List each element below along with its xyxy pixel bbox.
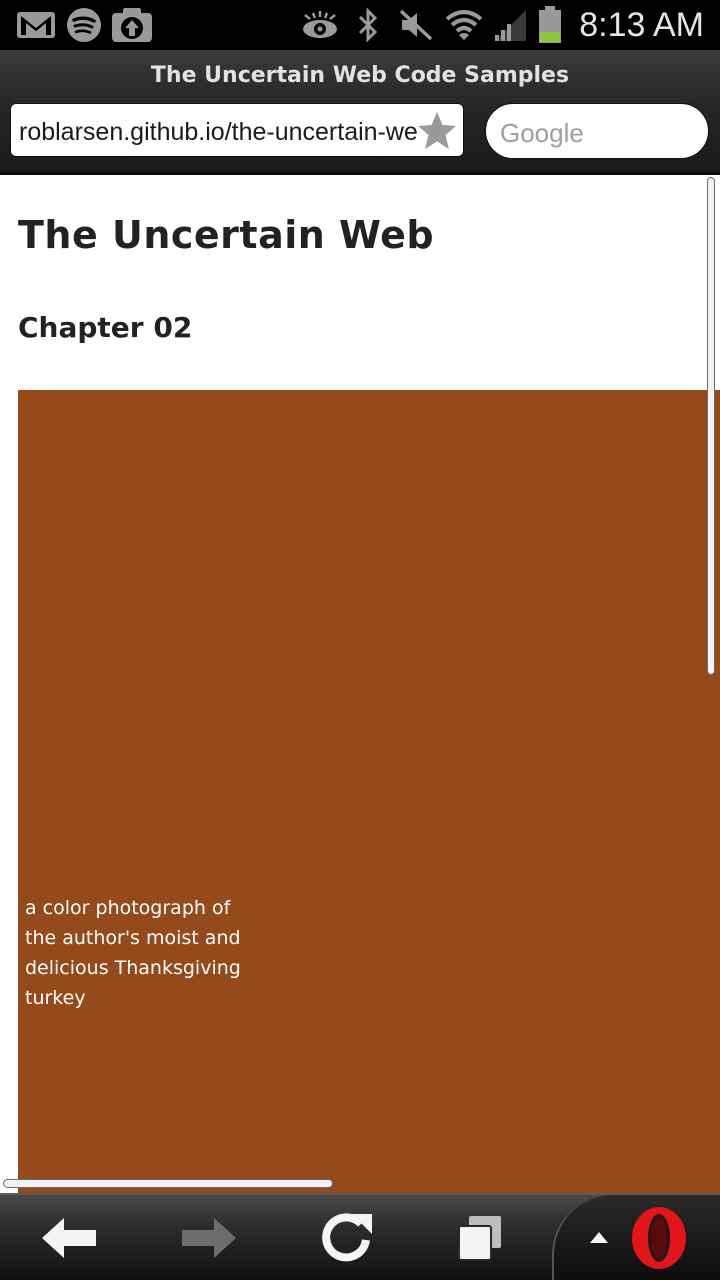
opera-menu-button[interactable]: [552, 1195, 720, 1280]
page-heading: The Uncertain Web: [18, 213, 435, 257]
tabs-icon[interactable]: [440, 1195, 520, 1280]
back-icon[interactable]: [30, 1195, 110, 1280]
status-bar: 8:13 AM: [0, 0, 720, 50]
battery-icon: [536, 0, 564, 50]
image-alt-text: a color photograph of the author's moist…: [25, 897, 241, 1009]
mute-icon: [398, 0, 434, 50]
bluetooth-icon: [354, 0, 382, 50]
search-placeholder: Google: [500, 118, 584, 148]
wifi-icon: [444, 0, 484, 50]
turkey-image-placeholder: a color photograph of the author's moist…: [18, 390, 720, 1193]
opera-icon[interactable]: [624, 1195, 694, 1280]
chapter-heading: Chapter 02: [18, 311, 193, 344]
horizontal-scrollbar[interactable]: [3, 1179, 333, 1188]
browser-toolbar: [0, 1193, 720, 1280]
page-title: The Uncertain Web Code Samples: [150, 63, 570, 88]
gmail-icon: [14, 0, 58, 50]
page-content: The Uncertain Web Chapter 02 a color pho…: [0, 175, 720, 1193]
search-input[interactable]: Google: [485, 103, 709, 159]
bookmark-star-icon[interactable]: [415, 109, 459, 153]
menu-arrow-icon[interactable]: [584, 1195, 614, 1280]
reload-icon[interactable]: [306, 1195, 386, 1280]
upload-icon: [110, 0, 154, 50]
forward-icon[interactable]: [168, 1195, 248, 1280]
eye-icon: [300, 0, 340, 50]
spotify-icon: [64, 0, 104, 50]
url-text[interactable]: roblarsen.github.io/the-uncertain-web: [19, 104, 419, 158]
browser-chrome: The Uncertain Web Code Samples roblarsen…: [0, 50, 720, 175]
vertical-scrollbar[interactable]: [707, 177, 715, 675]
status-time: 8:13 AM: [579, 6, 704, 44]
address-bar[interactable]: roblarsen.github.io/the-uncertain-web: [10, 103, 464, 157]
signal-icon: [492, 0, 528, 50]
